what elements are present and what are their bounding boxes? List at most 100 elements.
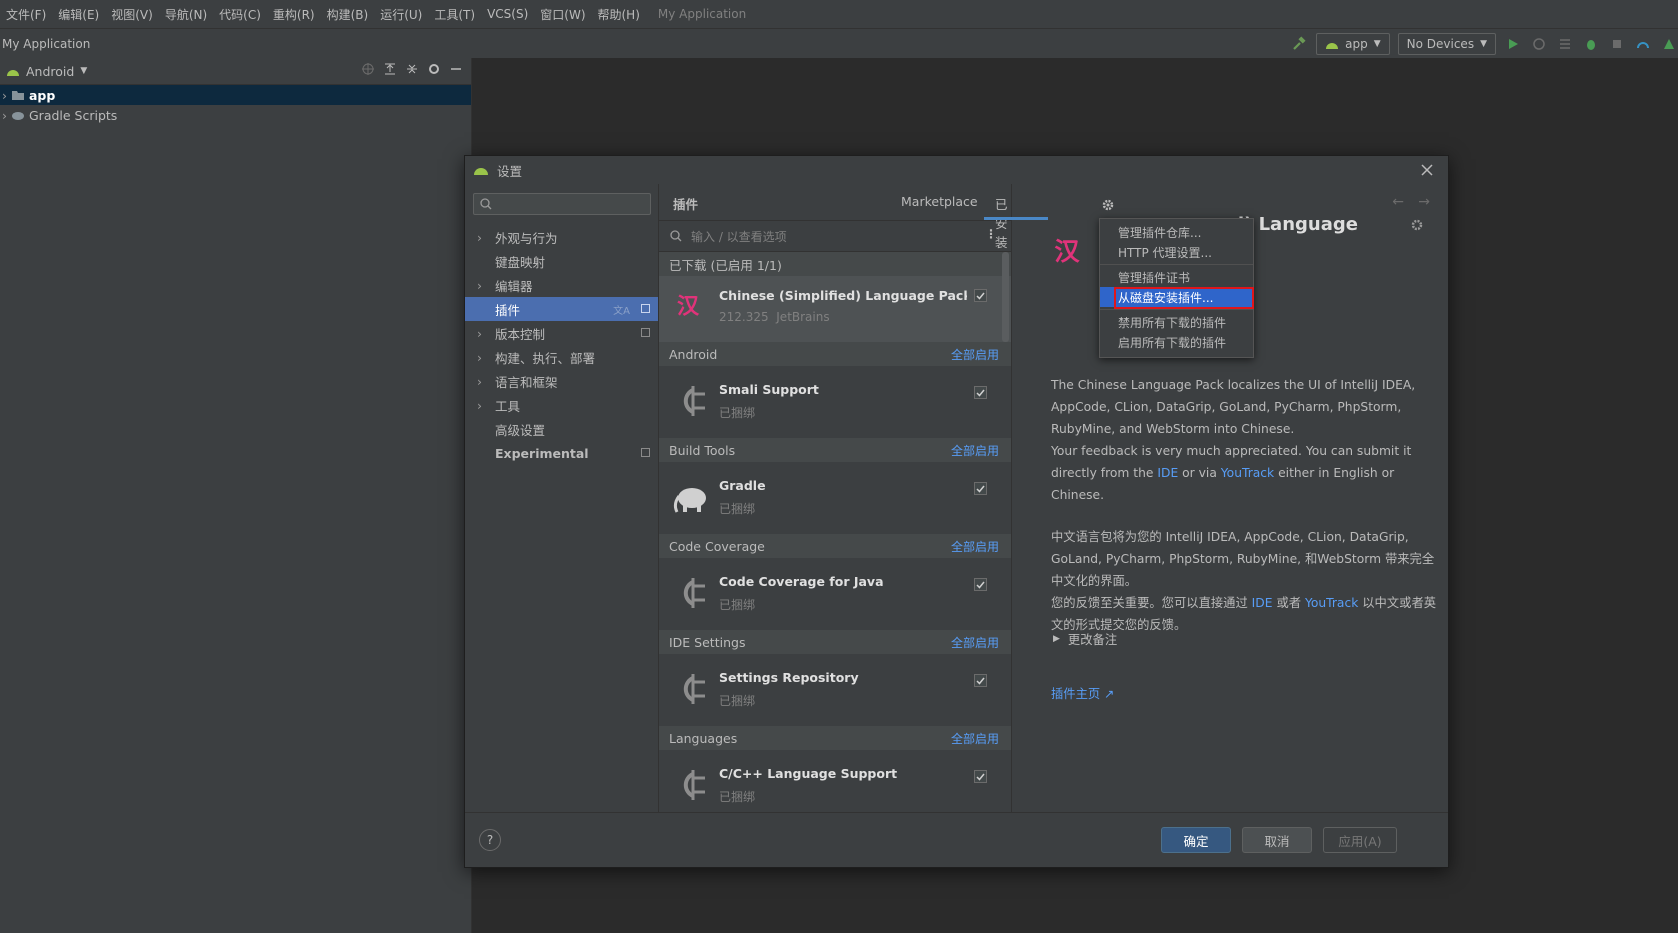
project-view-mode[interactable]: Android <box>26 64 74 79</box>
nav-vcs[interactable]: › 版本控制 <box>465 321 658 345</box>
enable-all-link[interactable]: 全部启用 <box>951 346 999 363</box>
tree-item-app[interactable]: › app <box>0 85 471 105</box>
menu-help[interactable]: 帮助(H) <box>592 6 646 23</box>
plugin-item-cpp[interactable]: C/C++ Language Support 已捆绑 <box>659 750 1011 812</box>
expand-all-icon[interactable] <box>383 62 397 79</box>
device-select[interactable]: No Devices ▼ <box>1397 33 1496 55</box>
nav-build[interactable]: › 构建、执行、部署 <box>465 345 658 369</box>
nav-experimental[interactable]: Experimental <box>465 441 658 465</box>
plugin-settings-gear-icon[interactable] <box>1101 198 1115 215</box>
more-options-icon[interactable]: ⋮ <box>985 227 997 241</box>
plugin-name: Settings Repository <box>719 670 859 685</box>
plugin-search-input[interactable]: 输入 / 以查看选项 ⋮ <box>659 221 1011 252</box>
plugin-enabled-checkbox[interactable] <box>974 386 987 399</box>
plugin-enabled-checkbox[interactable] <box>974 578 987 591</box>
help-button[interactable]: ? <box>479 829 501 851</box>
cancel-button[interactable]: 取消 <box>1242 827 1312 853</box>
nav-label: 语言和框架 <box>495 374 558 390</box>
nav-advanced[interactable]: 高级设置 <box>465 417 658 441</box>
collapse-all-icon[interactable] <box>405 62 419 79</box>
menu-view[interactable]: 视图(V) <box>105 6 159 23</box>
menu-vcs[interactable]: VCS(S) <box>481 7 534 21</box>
plugin-item-code-coverage[interactable]: Code Coverage for Java 已捆绑 <box>659 558 1011 630</box>
forward-arrow-icon[interactable]: → <box>1418 194 1430 210</box>
breadcrumb[interactable]: My Application <box>0 37 90 51</box>
nav-toolbar: My Application app ▼ No Devices ▼ <box>0 28 1678 60</box>
group-header-build-tools: Build Tools 全部启用 <box>659 438 1011 462</box>
back-arrow-icon[interactable]: ← <box>1392 194 1404 210</box>
window-title: My Application <box>657 7 747 21</box>
android-icon <box>7 70 19 76</box>
rerun-icon[interactable] <box>1530 35 1548 53</box>
ok-button[interactable]: 确定 <box>1161 827 1231 853</box>
menu-disable-downloaded[interactable]: 禁用所有下载的插件 <box>1100 312 1253 332</box>
menu-manage-repositories[interactable]: 管理插件仓库... <box>1100 222 1253 242</box>
attach-icon[interactable] <box>1608 35 1626 53</box>
plugin-enabled-checkbox[interactable] <box>974 482 987 495</box>
menu-http-proxy[interactable]: HTTP 代理设置... <box>1100 242 1253 262</box>
plugin-item-chinese-pack[interactable]: 汉 Chinese (Simplified) Language Pack / .… <box>659 252 1011 342</box>
tree-item-gradle-scripts[interactable]: › Gradle Scripts <box>0 105 471 125</box>
chevron-right-icon[interactable]: › <box>2 108 7 123</box>
gear-icon[interactable] <box>1410 218 1424 235</box>
folder-icon <box>12 91 24 100</box>
scrollbar[interactable] <box>1002 252 1009 342</box>
nav-appearance[interactable]: › 外观与行为 <box>465 225 658 249</box>
run-config-select[interactable]: app ▼ <box>1316 33 1390 55</box>
menu-manage-certificates[interactable]: 管理插件证书 <box>1100 267 1253 287</box>
menu-code[interactable]: 代码(C) <box>213 6 267 23</box>
plugin-item-gradle[interactable]: Gradle 已捆绑 <box>659 462 1011 534</box>
gear-icon[interactable] <box>427 62 441 79</box>
enable-all-link[interactable]: 全部启用 <box>951 634 999 651</box>
enable-all-link[interactable]: 全部启用 <box>951 442 999 459</box>
dialog-title: 设置 <box>497 163 523 179</box>
gradle-icon <box>12 112 24 120</box>
plugin-enabled-checkbox[interactable] <box>974 289 987 302</box>
ide-link[interactable]: IDE <box>1252 596 1273 610</box>
sync-icon[interactable] <box>1660 35 1678 53</box>
nav-label: 高级设置 <box>495 422 546 438</box>
menu-tools[interactable]: 工具(T) <box>428 6 481 23</box>
menu-window[interactable]: 窗口(W) <box>534 6 591 23</box>
chevron-down-icon[interactable]: ▼ <box>80 66 87 76</box>
tab-marketplace[interactable]: Marketplace <box>901 194 978 209</box>
plugin-enabled-checkbox[interactable] <box>974 770 987 783</box>
ide-link[interactable]: IDE <box>1157 466 1178 480</box>
nav-languages[interactable]: › 语言和框架 <box>465 369 658 393</box>
project-tag-icon <box>641 328 650 337</box>
menu-file[interactable]: 文件(F) <box>0 6 52 23</box>
profiler-icon[interactable] <box>1634 35 1652 53</box>
search-icon <box>480 198 492 210</box>
run-icon[interactable] <box>1504 35 1522 53</box>
plugin-enabled-checkbox[interactable] <box>974 674 987 687</box>
nav-editor[interactable]: › 编辑器 <box>465 273 658 297</box>
nav-keymap[interactable]: 键盘映射 <box>465 249 658 273</box>
menu-run[interactable]: 运行(U) <box>374 6 428 23</box>
youtrack-link[interactable]: YouTrack <box>1221 466 1274 480</box>
hammer-icon[interactable] <box>1290 35 1308 53</box>
settings-dialog: 设置 › 外观与行为 键盘映射 › 编辑器 插件 文A › 版本控制 › 构建、执行、部… <box>464 155 1449 868</box>
plugin-item-settings-repository[interactable]: Settings Repository 已捆绑 <box>659 654 1011 726</box>
apply-button[interactable]: 应用(A) <box>1323 827 1397 853</box>
enable-all-link[interactable]: 全部启用 <box>951 538 999 555</box>
settings-search-input[interactable] <box>473 193 651 215</box>
minimize-icon[interactable] <box>449 62 463 79</box>
chevron-right-icon[interactable]: › <box>2 88 7 103</box>
menu-refactor[interactable]: 重构(R) <box>267 6 321 23</box>
menu-edit[interactable]: 编辑(E) <box>52 6 105 23</box>
plugin-item-smali[interactable]: Smali Support 已捆绑 <box>659 366 1011 438</box>
list-icon[interactable] <box>1556 35 1574 53</box>
nav-tools[interactable]: › 工具 <box>465 393 658 417</box>
enable-all-link[interactable]: 全部启用 <box>951 730 999 747</box>
close-icon[interactable] <box>1418 161 1436 179</box>
nav-plugins[interactable]: 插件 文A <box>465 297 658 321</box>
menu-enable-downloaded[interactable]: 启用所有下载的插件 <box>1100 332 1253 352</box>
youtrack-link[interactable]: YouTrack <box>1305 596 1358 610</box>
locate-icon[interactable] <box>361 62 375 79</box>
debug-icon[interactable] <box>1582 35 1600 53</box>
menu-navigate[interactable]: 导航(N) <box>159 6 213 23</box>
menu-build[interactable]: 构建(B) <box>321 6 375 23</box>
change-notes-toggle[interactable]: ▶ 更改备注 <box>1053 630 1117 648</box>
tree-item-label: app <box>29 87 56 103</box>
plugin-homepage-link[interactable]: 插件主页 ↗ <box>1051 684 1114 702</box>
